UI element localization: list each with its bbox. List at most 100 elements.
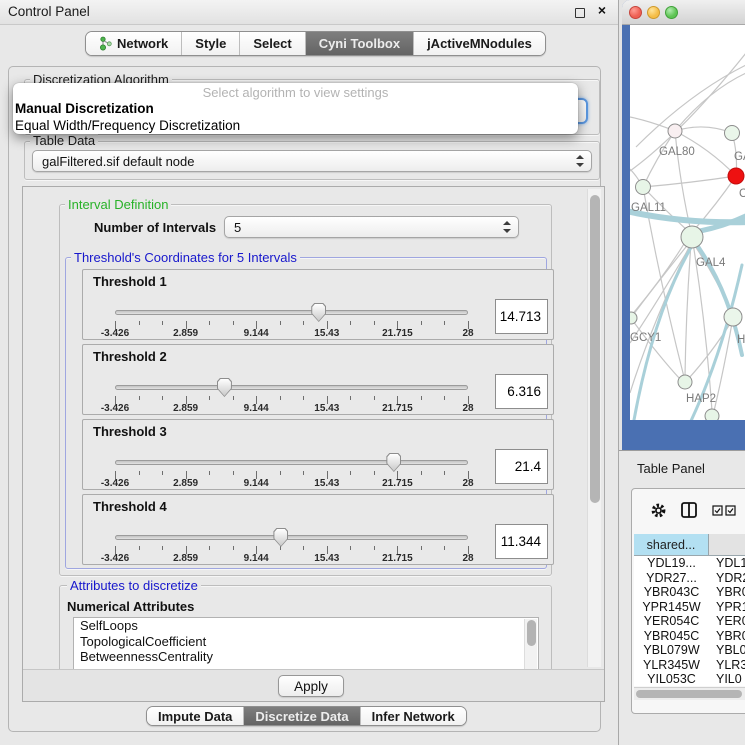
column-header-name[interactable]: na xyxy=(709,534,745,555)
close-icon[interactable]: × xyxy=(598,2,606,18)
network-edge[interactable] xyxy=(643,176,736,187)
slider-ticks xyxy=(115,319,468,328)
split-columns-icon[interactable] xyxy=(681,502,697,518)
cell-shared-name: YLR345W xyxy=(634,658,709,673)
node-table[interactable]: shared... na YDL19...YDL1YDR27...YDR2YBR… xyxy=(634,534,745,686)
node-label: GA xyxy=(734,151,745,163)
attribute-list-item[interactable]: TopologicalCoefficient xyxy=(74,634,538,650)
network-edge[interactable] xyxy=(630,243,692,343)
tick-label: 21.715 xyxy=(382,328,413,339)
float-window-icon[interactable] xyxy=(575,8,585,18)
table-data-combobox[interactable]: galFiltered.sif default node xyxy=(32,150,592,172)
tab-select[interactable]: Select xyxy=(240,32,305,55)
attributes-scrollbar[interactable] xyxy=(524,619,537,669)
tick-mark xyxy=(444,546,445,550)
settings-gear-icon[interactable] xyxy=(650,502,667,519)
select-all-checkboxes-icon[interactable] xyxy=(712,505,736,516)
table-row[interactable]: YER054CYER0 xyxy=(634,614,745,629)
num-intervals-combobox[interactable]: 5 xyxy=(224,216,519,238)
table-horizontal-scrollbar[interactable] xyxy=(634,687,745,700)
slider-tick-labels: -3.4262.8599.14415.4321.71528 xyxy=(115,403,468,414)
apply-button[interactable]: Apply xyxy=(278,675,344,697)
tick-label: 15.43 xyxy=(314,328,339,339)
tick-label: 21.715 xyxy=(382,553,413,564)
tab-style[interactable]: Style xyxy=(182,32,240,55)
tab-jactivemnodules[interactable]: jActiveMNodules xyxy=(414,32,545,55)
dropdown-option[interactable]: Equal Width/Frequency Discretization xyxy=(13,118,578,135)
tick-label: 2.859 xyxy=(173,478,198,489)
cell-shared-name: YPR145W xyxy=(634,600,709,615)
cell-name: YIL0 xyxy=(709,672,745,686)
dropdown-options: Manual DiscretizationEqual Width/Frequen… xyxy=(13,101,578,134)
tick-mark xyxy=(139,546,140,550)
attribute-list-item[interactable]: SelfLoops xyxy=(74,618,538,634)
dropdown-option[interactable]: Manual Discretization xyxy=(13,101,578,118)
threshold-slider[interactable]: -3.4262.8599.14415.4321.71528 xyxy=(115,306,468,336)
tick-label: 9.144 xyxy=(244,553,269,564)
tick-mark xyxy=(209,546,210,550)
zoom-traffic-light-icon[interactable] xyxy=(665,6,678,19)
network-node-c[interactable] xyxy=(728,168,744,184)
table-row[interactable]: YDL19...YDL1 xyxy=(634,556,745,571)
tick-mark xyxy=(444,471,445,475)
table-row[interactable]: YBR043CYBR0 xyxy=(634,585,745,600)
network-node-hap2[interactable] xyxy=(678,375,692,389)
minimize-traffic-light-icon[interactable] xyxy=(647,6,660,19)
table-row[interactable]: YLR345WYLR3 xyxy=(634,658,745,673)
tab-impute-data[interactable]: Impute Data xyxy=(147,707,244,725)
attribute-list-item[interactable]: BetweennessCentrality xyxy=(74,649,538,665)
threshold-panel: Threshold 4-3.4262.8599.14415.4321.71528… xyxy=(82,494,554,565)
network-node-gal4[interactable] xyxy=(681,226,703,248)
network-node-ga[interactable] xyxy=(725,126,740,141)
tab-discretize-data[interactable]: Discretize Data xyxy=(244,707,360,725)
network-edge[interactable] xyxy=(675,127,732,133)
table-row[interactable]: YIL053CYIL0 xyxy=(634,672,745,686)
network-edge[interactable] xyxy=(685,243,691,376)
scrollbar-thumb[interactable] xyxy=(590,195,600,503)
table-row[interactable]: YBL079WYBL0 xyxy=(634,643,745,658)
tab-cyni-toolbox[interactable]: Cyni Toolbox xyxy=(306,32,414,55)
scrollbar-thumb[interactable] xyxy=(527,620,536,646)
tick-mark xyxy=(139,396,140,400)
network-node-h[interactable] xyxy=(724,308,742,326)
node-label: GAL80 xyxy=(659,146,695,158)
threshold-slider[interactable]: -3.4262.8599.14415.4321.71528 xyxy=(115,381,468,411)
numerical-attributes-list[interactable]: SelfLoopsTopologicalCoefficientBetweenne… xyxy=(73,617,539,671)
table-row[interactable]: YBR045CYBR0 xyxy=(634,629,745,644)
network-node[interactable] xyxy=(705,409,719,420)
network-node-gcy1[interactable] xyxy=(630,312,637,324)
network-canvas[interactable]: GAL80GACGAL11GAL4GCY1HHAP2 xyxy=(630,25,745,420)
table-row[interactable]: YPR145WYPR1 xyxy=(634,600,745,615)
threshold-value-field[interactable]: 11.344 xyxy=(495,524,548,559)
tick-label: 28 xyxy=(462,478,473,489)
tab-network[interactable]: Network xyxy=(86,32,182,55)
interval-definition-title: Interval Definition xyxy=(65,197,171,212)
network-edge[interactable] xyxy=(630,239,687,317)
table-row[interactable]: YDR27...YDR2 xyxy=(634,571,745,586)
threshold-value-field[interactable]: 14.713 xyxy=(495,299,548,334)
table-data-group-title: Table Data xyxy=(30,133,98,148)
tick-mark xyxy=(162,396,163,400)
scrollbar-thumb[interactable] xyxy=(636,690,742,698)
tick-mark xyxy=(374,471,375,475)
threshold-label: Threshold 2 xyxy=(93,349,167,364)
threshold-value-field[interactable]: 21.4 xyxy=(495,449,548,484)
slider-tick-labels: -3.4262.8599.14415.4321.71528 xyxy=(115,553,468,564)
network-node-gal11[interactable] xyxy=(636,180,651,195)
apply-footer: Apply xyxy=(23,669,604,701)
settings-scroll-area: Interval Definition Number of Intervals … xyxy=(22,186,605,702)
tab-infer-network[interactable]: Infer Network xyxy=(361,707,466,725)
settings-scrollbar[interactable] xyxy=(587,189,601,667)
threshold-slider[interactable]: -3.4262.8599.14415.4321.71528 xyxy=(115,531,468,561)
cell-shared-name: YBL079W xyxy=(634,643,709,658)
threshold-value-field[interactable]: 6.316 xyxy=(495,374,548,409)
network-edge[interactable] xyxy=(643,131,675,187)
close-traffic-light-icon[interactable] xyxy=(629,6,642,19)
network-edge[interactable] xyxy=(633,242,690,315)
tick-mark xyxy=(139,471,140,475)
network-node-gal80[interactable] xyxy=(668,124,682,138)
threshold-slider[interactable]: -3.4262.8599.14415.4321.71528 xyxy=(115,456,468,486)
column-header-shared-name[interactable]: shared... xyxy=(634,534,709,555)
tick-mark xyxy=(350,471,351,475)
tick-mark xyxy=(374,396,375,400)
